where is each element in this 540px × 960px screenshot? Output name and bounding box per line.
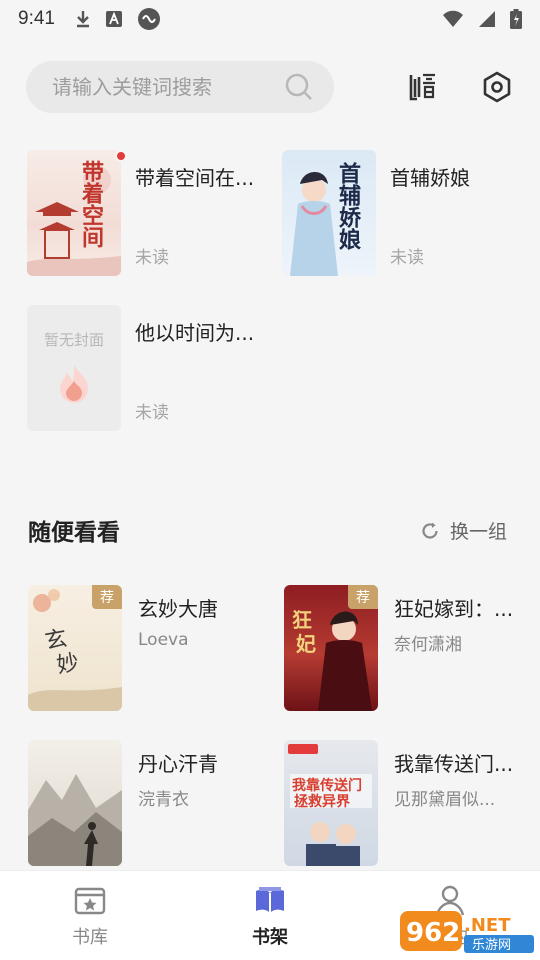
svg-text:我靠传送门: 我靠传送门 — [292, 777, 362, 794]
svg-text:拯救异界: 拯救异界 — [294, 793, 351, 810]
battery-icon — [510, 9, 522, 29]
nav-library[interactable]: 书库 — [0, 871, 180, 960]
settings-hexagon-icon — [483, 71, 511, 103]
search-input[interactable] — [52, 75, 272, 99]
recommend-book[interactable]: 丹心汗青 浣青衣 — [28, 740, 268, 870]
book-title[interactable]: 我靠传送门... — [394, 748, 513, 777]
read-status: 未读 — [390, 248, 424, 268]
book-cover[interactable]: 玄 妙 荐 — [28, 585, 122, 711]
book-title[interactable]: 首辅娇娘 — [390, 162, 470, 191]
recommend-heading: 随便看看 — [28, 520, 120, 546]
unread-dot — [115, 150, 127, 162]
book-cover-placeholder[interactable]: 暂无封面 — [27, 305, 121, 431]
settings-button[interactable] — [476, 66, 518, 108]
site-watermark-logo: 962 .NET 乐游网 — [400, 907, 540, 957]
recommend-book[interactable]: 狂 妃 荐 狂妃嫁到：... 奈何潇湘 — [284, 585, 524, 715]
svg-text:962: 962 — [406, 918, 460, 948]
cover-title: 带着空间 — [78, 160, 104, 248]
cover-illustration-portal: 我靠传送门 拯救异界 — [288, 744, 372, 866]
book-cover[interactable]: 狂 妃 荐 — [284, 585, 378, 711]
recommend-book[interactable]: 我靠传送门 拯救异界 我靠传送门... 见那黛眉似... — [284, 740, 524, 870]
shelf-manage-icon — [409, 73, 435, 101]
library-icon — [74, 887, 106, 914]
app-notification-icon — [105, 11, 122, 27]
refresh-label: 换一组 — [450, 521, 508, 543]
svg-text:乐游网: 乐游网 — [472, 938, 511, 953]
shelf-book[interactable]: 暂无封面 他以时间为... 未读 — [27, 305, 267, 435]
wifi-icon — [443, 10, 463, 27]
search-bar[interactable] — [26, 61, 334, 113]
bookshelf-icon — [256, 886, 284, 913]
signal-icon — [479, 11, 495, 27]
book-title[interactable]: 他以时间为... — [135, 317, 254, 346]
nav-label: 书库 — [72, 926, 108, 948]
search-row — [26, 60, 526, 114]
recommend-tag: 荐 — [348, 585, 378, 609]
book-author: 奈何潇湘 — [394, 635, 462, 655]
recommend-book[interactable]: 玄 妙 荐 玄妙大唐 Loeva — [28, 585, 268, 715]
no-cover-label: 暂无封面 — [43, 331, 104, 349]
book-cover[interactable] — [28, 740, 122, 866]
svg-text:.NET: .NET — [464, 915, 511, 936]
book-author: Loeva — [138, 630, 189, 650]
svg-text:妃: 妃 — [296, 632, 316, 656]
link-icon — [137, 8, 160, 30]
book-title[interactable]: 玄妙大唐 — [138, 593, 218, 622]
book-cover[interactable]: 首辅娇娘 — [282, 150, 376, 276]
refresh-button[interactable]: 换一组 — [420, 517, 507, 544]
nav-bookshelf[interactable]: 书架 — [180, 871, 360, 960]
svg-text:狂: 狂 — [292, 608, 312, 632]
shelf-book[interactable]: 首辅娇娘 首辅娇娘 未读 — [282, 150, 522, 280]
read-status: 未读 — [135, 248, 169, 268]
book-cover[interactable]: 我靠传送门 拯救异界 — [284, 740, 378, 866]
cover-illustration-mountains — [28, 774, 122, 866]
book-title[interactable]: 丹心汗青 — [138, 748, 218, 777]
book-author: 浣青衣 — [138, 790, 189, 810]
flame-logo-icon — [60, 365, 88, 403]
book-title[interactable]: 带着空间在... — [135, 162, 254, 191]
recommend-tag: 荐 — [92, 585, 122, 609]
search-icon[interactable] — [284, 72, 314, 102]
book-cover[interactable]: 带着空间 — [27, 150, 121, 276]
svg-text:玄: 玄 — [43, 626, 69, 654]
nav-label: 书架 — [252, 926, 288, 948]
shelf-book[interactable]: 带着空间 带着空间在... 未读 — [27, 150, 267, 280]
refresh-icon — [422, 522, 438, 539]
manage-shelf-button[interactable] — [402, 66, 444, 108]
cover-title: 首辅娇娘 — [335, 162, 361, 250]
status-bar: 9:41 — [0, 0, 540, 38]
status-time: 9:41 — [18, 8, 55, 29]
read-status: 未读 — [135, 403, 169, 423]
download-icon — [76, 11, 89, 28]
svg-text:妙: 妙 — [55, 650, 81, 678]
book-title[interactable]: 狂妃嫁到：... — [394, 593, 513, 622]
book-author: 见那黛眉似... — [394, 790, 496, 810]
